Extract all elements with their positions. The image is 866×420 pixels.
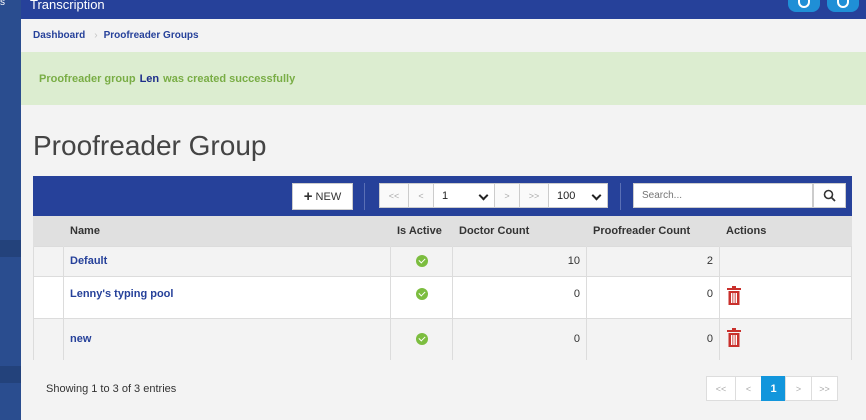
app-title: Transcription: [30, 0, 105, 12]
row-select-cell: [33, 275, 64, 319]
breadcrumb-dashboard[interactable]: Dashboard: [33, 30, 85, 41]
page-select[interactable]: 1: [433, 183, 495, 208]
check-circle-icon: [415, 255, 428, 268]
column-header-doctor-count[interactable]: Doctor Count: [452, 216, 587, 246]
breadcrumb-separator-icon: ›: [94, 29, 98, 41]
page-size-select[interactable]: 100: [548, 183, 608, 208]
top-bar: Transcription: [21, 0, 866, 19]
alert-group-name: Len: [139, 72, 160, 85]
table-row[interactable]: new 0 0: [33, 317, 852, 361]
alert-prefix: Proofreader group: [39, 72, 136, 85]
user-icon: [837, 0, 849, 8]
footer-next-button[interactable]: >: [785, 376, 812, 401]
row-active-cell: [390, 275, 453, 319]
toolbar-divider: [364, 183, 365, 210]
table-toolbar: + NEW << < 1 > >> 100: [33, 176, 852, 216]
row-proofreader-count: 0: [586, 275, 720, 319]
column-header-is-active[interactable]: Is Active: [390, 216, 453, 246]
row-actions-cell: [719, 245, 852, 277]
search-button[interactable]: [813, 183, 846, 208]
check-circle-icon: [415, 287, 428, 300]
alert-suffix: was created successfully: [163, 72, 296, 85]
help-icon: [798, 0, 810, 8]
search-input[interactable]: [633, 183, 813, 208]
row-doctor-count: 0: [452, 317, 587, 361]
table-row[interactable]: Lenny's typing pool 0 0: [33, 275, 852, 319]
search-icon: [823, 189, 836, 202]
footer-pagination: << < 1 > >>: [706, 376, 838, 401]
page-title: Proofreader Group: [33, 130, 267, 161]
pager-next-button[interactable]: >: [494, 183, 520, 208]
sidebar: s: [0, 0, 21, 420]
row-doctor-count: 0: [452, 275, 587, 319]
user-menu-button[interactable]: [827, 0, 859, 12]
table-header-row: Name Is Active Doctor Count Proofreader …: [33, 216, 852, 246]
breadcrumb-proofreader-groups[interactable]: Proofreader Groups: [104, 30, 199, 41]
column-header-proofreader-count[interactable]: Proofreader Count: [586, 216, 720, 246]
row-proofreader-count: 2: [586, 245, 720, 277]
pager-prev-button[interactable]: <: [408, 183, 434, 208]
success-alert: Proofreader group Len was created succes…: [21, 52, 866, 105]
new-button-label: NEW: [315, 190, 342, 203]
page-select-value: 1: [442, 189, 449, 202]
row-active-cell: [390, 245, 453, 277]
sidebar-band: [0, 366, 21, 383]
page-size-value: 100: [557, 189, 576, 202]
footer-page-1-button[interactable]: 1: [761, 376, 786, 401]
chevron-down-icon: [478, 190, 489, 201]
row-proofreader-count: 0: [586, 317, 720, 361]
column-header-select: [33, 216, 64, 246]
new-button[interactable]: + NEW: [292, 183, 353, 210]
help-button[interactable]: [788, 0, 820, 12]
row-name-link[interactable]: new: [63, 317, 391, 361]
row-active-cell: [390, 317, 453, 361]
check-circle-icon: [415, 333, 428, 346]
row-doctor-count: 10: [452, 245, 587, 277]
row-select-cell: [33, 317, 64, 361]
footer-first-button[interactable]: <<: [706, 376, 736, 401]
sidebar-text-fragment: s: [0, 0, 5, 8]
plus-icon: +: [303, 188, 313, 205]
sidebar-band: [0, 240, 21, 257]
footer-prev-button[interactable]: <: [735, 376, 762, 401]
trash-icon[interactable]: [726, 286, 742, 305]
row-actions-cell: [719, 275, 852, 319]
row-name-link[interactable]: Default: [63, 245, 391, 277]
row-name-link[interactable]: Lenny's typing pool: [63, 275, 391, 319]
chevron-down-icon: [591, 190, 602, 201]
trash-icon[interactable]: [726, 328, 742, 347]
entries-info: Showing 1 to 3 of 3 entries: [46, 383, 177, 395]
column-header-name[interactable]: Name: [63, 216, 391, 246]
breadcrumb: Dashboard › Proofreader Groups: [21, 19, 866, 51]
proofreader-group-table: Name Is Active Doctor Count Proofreader …: [33, 216, 852, 361]
footer-last-button[interactable]: >>: [811, 376, 838, 401]
table-footer: Showing 1 to 3 of 3 entries << < 1 > >>: [33, 360, 852, 420]
table-row[interactable]: Default 10 2: [33, 245, 852, 277]
row-actions-cell: [719, 317, 852, 361]
toolbar-divider: [620, 183, 621, 210]
pager-first-button[interactable]: <<: [379, 183, 409, 208]
column-header-actions: Actions: [719, 216, 852, 246]
pager-last-button[interactable]: >>: [519, 183, 549, 208]
row-select-cell: [33, 245, 64, 277]
